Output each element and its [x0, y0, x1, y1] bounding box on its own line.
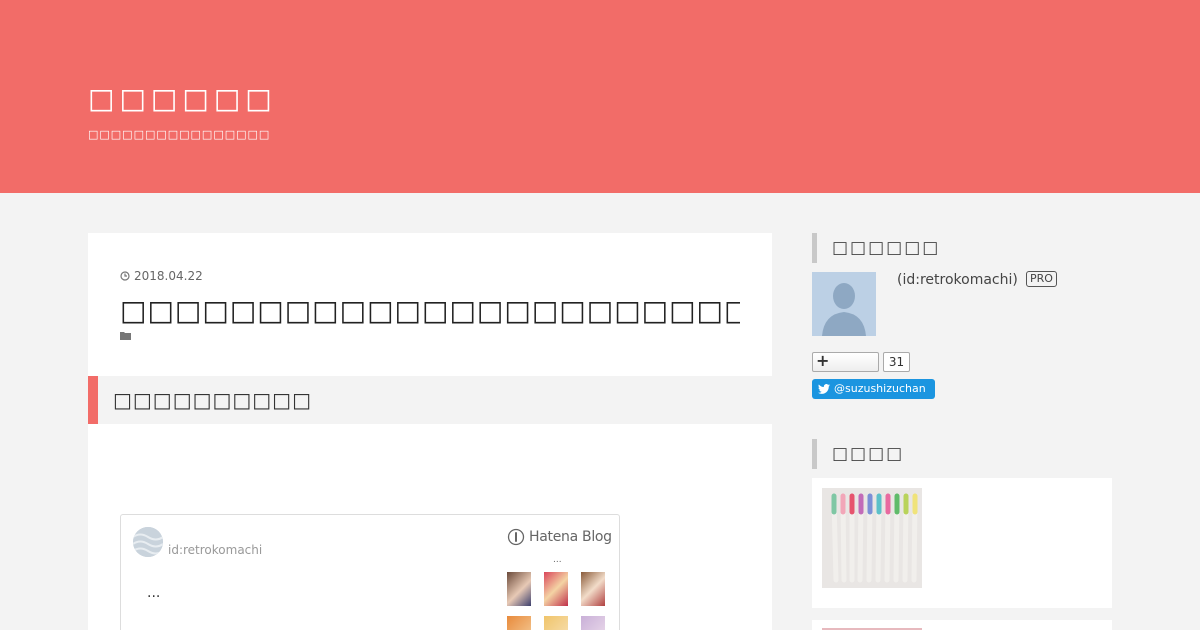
blog-title[interactable]: □□□□□□ — [88, 82, 277, 116]
blog-header: □□□□□□ □□□□□□□□□□□□□□□□ — [0, 0, 1200, 193]
embed-avatar — [133, 527, 163, 557]
follow-button[interactable]: + — [812, 351, 879, 372]
embed-excerpt: ... — [147, 585, 161, 601]
hatena-logo-text: Hatena Blog — [529, 529, 612, 545]
embed-thumbnail — [544, 572, 568, 606]
embed-thumbnail — [507, 572, 531, 606]
twitter-bird-icon — [818, 384, 830, 394]
pro-badge: PRO — [1026, 271, 1057, 287]
embed-thumbnail — [544, 616, 568, 630]
embed-thumbnail — [581, 616, 605, 630]
twitter-handle: @suzushizuchan — [834, 382, 926, 395]
profile-avatar[interactable] — [812, 272, 876, 336]
hatena-logo-icon — [507, 528, 525, 546]
blog-embed-card[interactable]: id:retrokomachi Hatena Blog ... ... — [120, 514, 620, 630]
clock-icon — [120, 271, 130, 281]
profile-heading: □□□□□□ — [812, 233, 1112, 263]
entry-date-text: 2018.04.22 — [134, 269, 203, 283]
profile-id[interactable]: (id:retrokomachi) — [897, 272, 1018, 288]
section-heading: □□□□□□□□□□ — [88, 376, 772, 424]
embed-dots: ... — [553, 555, 562, 565]
embed-thumbnail — [581, 572, 605, 606]
blog-description: □□□□□□□□□□□□□□□□ — [88, 128, 271, 141]
embed-thumbnail — [507, 616, 531, 630]
profile-heading-text: □□□□□□ — [832, 238, 941, 258]
recent-entries-heading-text: □□□□ — [832, 444, 905, 464]
entry-content: 2018.04.22 □□□□□□□□□□□□□□□□□□□□□□□ □□□□□□… — [88, 233, 772, 630]
entry-title[interactable]: □□□□□□□□□□□□□□□□□□□□□□□□□□□□□□□□□ — [120, 293, 740, 329]
embed-user-id[interactable]: id:retrokomachi — [168, 543, 262, 557]
embed-thumbnails — [507, 572, 611, 630]
section-heading-text: □□□□□□□□□□ — [113, 388, 312, 412]
recent-entry-thumbnail[interactable] — [822, 488, 922, 588]
plus-icon: + — [816, 351, 830, 370]
default-user-icon — [812, 272, 876, 336]
follower-count: 31 — [883, 352, 910, 372]
entry-date[interactable]: 2018.04.22 — [120, 269, 203, 283]
recent-entries-heading: □□□□ — [812, 439, 1112, 469]
recent-entry-item[interactable] — [812, 620, 1112, 630]
folder-icon[interactable] — [120, 331, 131, 340]
recent-entry-item[interactable] — [812, 478, 1112, 608]
twitter-follow-button[interactable]: @suzushizuchan — [812, 379, 935, 399]
hatena-blog-logo[interactable]: Hatena Blog — [507, 528, 612, 546]
